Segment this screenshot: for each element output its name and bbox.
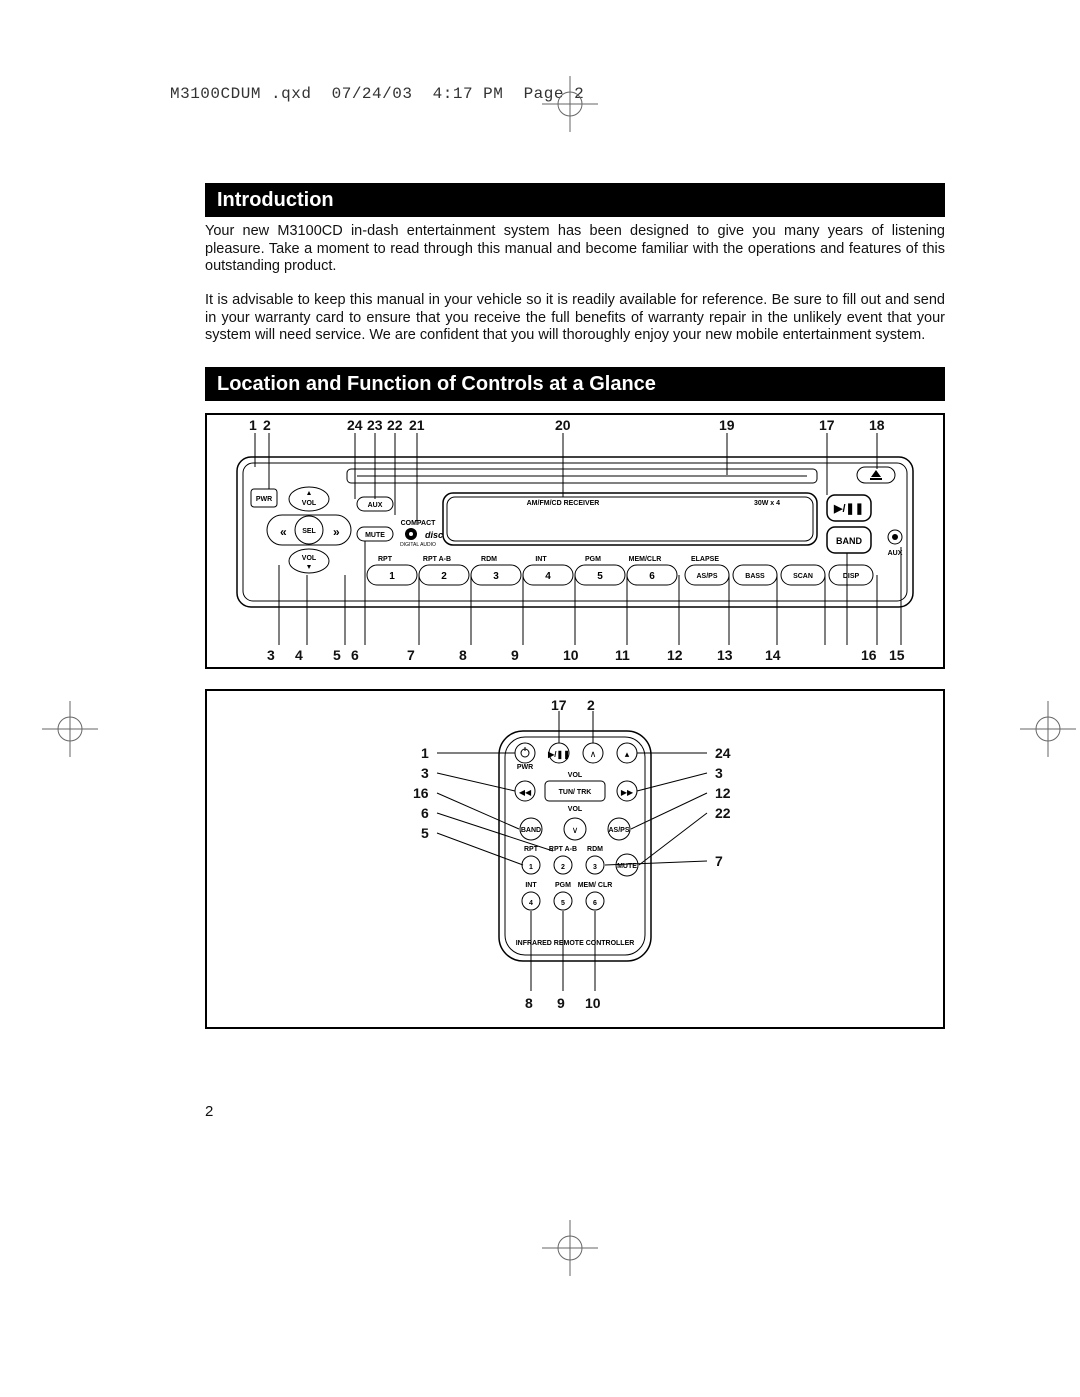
svg-text:PWR: PWR — [517, 764, 533, 771]
svg-text:RPT A-B: RPT A-B — [423, 556, 451, 563]
remote-callout: 3 — [421, 765, 429, 781]
svg-text:▶/❚❚: ▶/❚❚ — [547, 750, 570, 760]
svg-text:PGM: PGM — [585, 556, 601, 563]
svg-text:AUX: AUX — [368, 502, 383, 509]
svg-text:BAND: BAND — [836, 536, 862, 546]
svg-text:VOL: VOL — [568, 806, 583, 813]
svg-text:INFRARED REMOTE CONTROLLER: INFRARED REMOTE CONTROLLER — [516, 940, 635, 947]
svg-text:▶/❚❚: ▶/❚❚ — [833, 503, 864, 515]
svg-text:PWR: PWR — [256, 496, 272, 503]
svg-text:3: 3 — [493, 571, 499, 582]
prepress-header: M3100CDUM .qxd 07/24/03 4:17 PM Page 2 — [170, 85, 584, 103]
section-heading-controls: Location and Function of Controls at a G… — [205, 367, 945, 401]
svg-text:INT: INT — [535, 556, 547, 563]
svg-text:DISP: DISP — [843, 573, 860, 580]
svg-text:BASS: BASS — [745, 573, 765, 580]
crop-mark-right — [1018, 699, 1078, 759]
crop-mark-top — [540, 74, 600, 134]
svg-text:1: 1 — [389, 571, 395, 582]
svg-text:5: 5 — [597, 571, 603, 582]
page-number: 2 — [205, 1103, 213, 1120]
svg-text:»: » — [333, 525, 340, 539]
svg-text:▶▶: ▶▶ — [621, 788, 634, 797]
remote-callout: 6 — [421, 805, 429, 821]
svg-text:MEM/CLR: MEM/CLR — [629, 556, 662, 563]
svg-text:VOL: VOL — [568, 772, 583, 779]
svg-text:MEM/ CLR: MEM/ CLR — [578, 882, 613, 889]
svg-text:disc: disc — [425, 530, 443, 540]
crop-mark-left — [40, 699, 100, 759]
remote-callout: 9 — [557, 995, 565, 1011]
remote-callout: 24 — [715, 745, 731, 761]
page-content: Introduction Your new M3100CD in-dash en… — [205, 183, 945, 1029]
svg-text:2: 2 — [561, 864, 565, 871]
remote-callout: 22 — [715, 805, 731, 821]
svg-text:6: 6 — [649, 571, 655, 582]
svg-text:BAND: BAND — [521, 827, 541, 834]
intro-paragraph-2: It is advisable to keep this manual in y… — [205, 292, 945, 345]
svg-text:PGM: PGM — [555, 882, 571, 889]
intro-paragraph-1: Your new M3100CD in-dash entertainment s… — [205, 223, 945, 276]
svg-text:RPT: RPT — [524, 846, 539, 853]
svg-text:«: « — [280, 525, 287, 539]
svg-text:MUTE: MUTE — [365, 532, 385, 539]
svg-text:RDM: RDM — [587, 846, 603, 853]
svg-text:2: 2 — [441, 571, 447, 582]
svg-text:RPT A-B: RPT A-B — [549, 846, 577, 853]
svg-text:4: 4 — [545, 571, 551, 582]
crop-mark-bottom — [540, 1218, 600, 1278]
svg-text:DIGITAL AUDIO: DIGITAL AUDIO — [400, 542, 436, 548]
svg-text:∨: ∨ — [572, 825, 579, 835]
svg-text:▴: ▴ — [625, 749, 630, 759]
svg-text:ELAPSE: ELAPSE — [691, 556, 719, 563]
svg-text:SCAN: SCAN — [793, 573, 813, 580]
remote-callout: 12 — [715, 785, 731, 801]
svg-text:4: 4 — [529, 900, 533, 907]
remote-callout: 2 — [587, 697, 595, 713]
svg-text:6: 6 — [593, 900, 597, 907]
remote-callout: 8 — [525, 995, 533, 1011]
svg-text:VOL: VOL — [302, 555, 317, 562]
svg-text:VOL: VOL — [302, 500, 317, 507]
head-unit-diagram: 122423222120191718 345678910111213141615… — [205, 413, 945, 669]
remote-callout: 1 — [421, 745, 429, 761]
remote-callout: 10 — [585, 995, 601, 1011]
svg-text:AM/FM/CD RECEIVER: AM/FM/CD RECEIVER — [527, 500, 600, 507]
remote-callout: 7 — [715, 853, 723, 869]
svg-text:AS/PS: AS/PS — [608, 827, 629, 834]
svg-text:AS/PS: AS/PS — [696, 573, 717, 580]
svg-text:5: 5 — [561, 900, 565, 907]
remote-callout: 17 — [551, 697, 567, 713]
remote-callout: 3 — [715, 765, 723, 781]
svg-text:TUN/ TRK: TUN/ TRK — [559, 789, 592, 796]
svg-text:∧: ∧ — [590, 749, 597, 759]
remote-callout: 16 — [413, 785, 429, 801]
section-heading-intro: Introduction — [205, 183, 945, 217]
svg-text:INT: INT — [525, 882, 537, 889]
svg-text:COMPACT: COMPACT — [401, 520, 437, 527]
svg-text:AUX: AUX — [888, 550, 903, 557]
svg-text:30W x 4: 30W x 4 — [754, 500, 780, 507]
remote-callout: 5 — [421, 825, 429, 841]
svg-text:◀◀: ◀◀ — [519, 788, 532, 797]
remote-diagram: PWR ▶/❚❚ ∧ ▴ VOL ◀◀ TUN/ TRK ▶▶ VOL BAND… — [205, 689, 945, 1029]
svg-text:RPT: RPT — [378, 556, 393, 563]
svg-text:1: 1 — [529, 864, 533, 871]
svg-text:SEL: SEL — [302, 528, 316, 535]
svg-text:3: 3 — [593, 864, 597, 871]
svg-text:RDM: RDM — [481, 556, 497, 563]
